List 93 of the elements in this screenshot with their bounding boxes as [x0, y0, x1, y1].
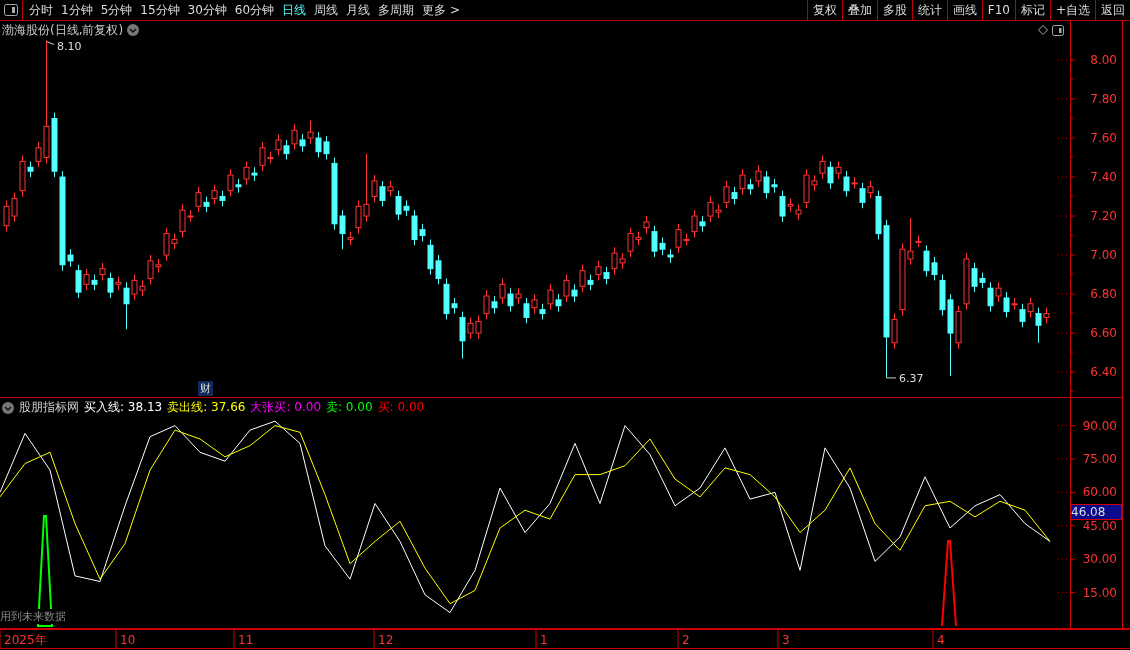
time-axis-label: 10 [120, 633, 136, 647]
candlestick [595, 260, 602, 281]
indicator-axis-label: 45.00 [1082, 518, 1117, 533]
period-tab[interactable]: 周线 [314, 1, 339, 19]
candlestick [995, 281, 1002, 303]
time-axis-label: 1 [540, 633, 548, 647]
price-axis-label: 7.40 [1090, 170, 1117, 185]
panel-toggle-icon[interactable] [1052, 24, 1064, 36]
candlestick [723, 180, 730, 209]
candlestick [1035, 307, 1042, 344]
time-axis-label: 12 [378, 633, 394, 647]
candlestick [827, 160, 834, 190]
indicator-value: 卖出线: 37.66 [167, 399, 246, 416]
diamond-icon[interactable] [1038, 25, 1048, 35]
low-price-label: 6.37 [899, 371, 924, 385]
price-axis-label: 7.80 [1090, 92, 1117, 106]
indicator-axis-label: 75.00 [1082, 452, 1117, 466]
candlestick [499, 277, 506, 305]
candlestick [459, 311, 466, 359]
price-axis-label: 6.60 [1090, 326, 1117, 341]
candlestick [563, 274, 570, 303]
price-axis-label: 7.60 [1090, 131, 1117, 145]
candlestick [243, 160, 250, 186]
indicator-axis-label: 90.00 [1082, 418, 1117, 433]
indicator-axis-label: 60.00 [1082, 485, 1117, 500]
time-axis-label: 2 [682, 633, 690, 647]
candlestick [291, 123, 298, 151]
candlestick [123, 281, 130, 330]
price-axis-label: 6.80 [1090, 287, 1117, 302]
candlestick [819, 155, 826, 180]
period-tab[interactable]: 30分钟 [187, 1, 227, 19]
period-tab[interactable]: 月线 [346, 1, 371, 19]
indicator-axis-label: 30.00 [1082, 552, 1117, 567]
candlestick [507, 287, 514, 313]
period-tab[interactable]: 1分钟 [61, 1, 93, 19]
leader-line [886, 377, 897, 379]
indicator-value: 买入线: 38.13 [84, 399, 163, 416]
time-axis-label: 2025年 [4, 633, 47, 647]
period-tab[interactable]: 15分钟 [140, 1, 180, 19]
candlestick [987, 281, 994, 313]
price-axis-label: 8.00 [1090, 53, 1117, 67]
candlestick [891, 313, 898, 350]
warning-text: 用到未来数据 [0, 609, 66, 624]
period-tab[interactable]: 分时 [29, 1, 53, 19]
time-axis-label: 3 [782, 633, 790, 647]
period-tab[interactable]: 更多 > [422, 1, 460, 19]
period-tab[interactable]: 5分钟 [100, 1, 133, 19]
candlestick [859, 182, 866, 209]
indicator-value: 大张买: 0.00 [250, 399, 321, 416]
period-tab[interactable]: 多周期 [378, 1, 415, 19]
indicator-value: 卖: 0.00 [326, 399, 373, 416]
candlestick [107, 272, 114, 299]
candlestick [75, 264, 82, 299]
price-axis-label: 7.20 [1090, 209, 1117, 224]
time-axis-label: 4 [937, 633, 945, 647]
stock-title: 渤海股份(日线,前复权) [2, 21, 124, 39]
candlestick [195, 186, 202, 213]
finance-badge[interactable]: 财 [198, 381, 213, 396]
dropdown-icon[interactable] [127, 24, 140, 36]
candlestick [531, 293, 538, 315]
period-tab[interactable]: 60分钟 [234, 1, 275, 19]
indicator-axis-label: 15.00 [1082, 585, 1117, 600]
candlestick [275, 133, 282, 157]
candlestick [579, 264, 586, 293]
current-value-tag: 46.08 [1070, 504, 1122, 520]
high-price-label: 8.10 [57, 39, 82, 53]
candlestick [547, 283, 554, 311]
candlestick [843, 170, 850, 198]
candlestick [739, 168, 746, 196]
candlestick [483, 289, 490, 320]
time-axis-label: 11 [238, 633, 254, 647]
candlestick [379, 180, 386, 207]
candlestick [691, 209, 698, 238]
candlestick [307, 119, 314, 145]
candlestick [1019, 303, 1026, 328]
candlestick [1027, 297, 1034, 318]
candlestick [1003, 291, 1010, 318]
candlestick [779, 190, 786, 223]
candlestick [283, 139, 290, 160]
indicator-name: 股朋指标网 [19, 399, 79, 416]
price-axis-label: 6.40 [1090, 365, 1117, 380]
panel-toggle-icon[interactable] [4, 4, 18, 16]
candlestick [755, 164, 762, 188]
candlestick [211, 184, 218, 205]
price-axis-label: 7.00 [1090, 248, 1117, 263]
candlestick [227, 168, 234, 198]
dropdown-icon[interactable] [2, 401, 14, 414]
candlestick [371, 174, 378, 203]
leader-line [46, 41, 55, 45]
candlestick [523, 297, 530, 324]
candlestick [83, 268, 90, 291]
period-tab[interactable]: 日线 [282, 1, 307, 19]
indicator-value: 买: 0.00 [377, 399, 425, 416]
